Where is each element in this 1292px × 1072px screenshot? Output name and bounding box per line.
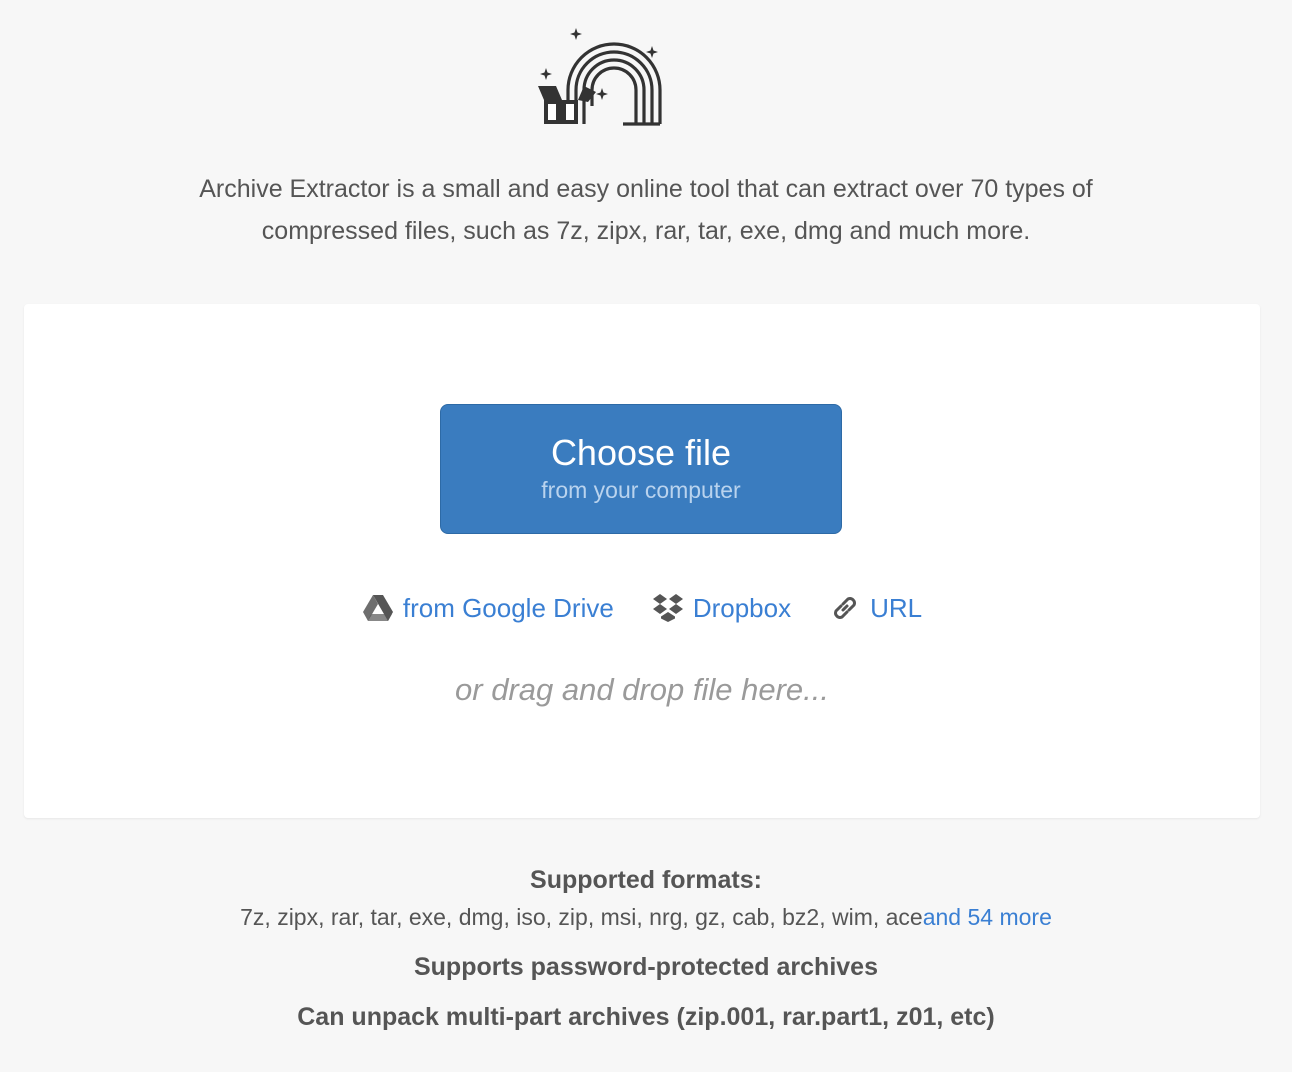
supported-formats-heading: Supported formats: <box>530 866 762 894</box>
more-formats-link[interactable]: and 54 more <box>923 904 1052 930</box>
supported-formats-line: 7z, zipx, rar, tar, exe, dmg, iso, zip, … <box>0 898 1292 936</box>
choose-file-subtitle: from your computer <box>541 477 741 503</box>
intro-line-1: Archive Extractor is a small and easy on… <box>199 175 1093 203</box>
password-protected-feature: Supports password-protected archives <box>413 953 878 981</box>
supported-formats-list: 7z, zipx, rar, tar, exe, dmg, iso, zip, … <box>240 904 923 930</box>
supported-info: Supported formats: 7z, zipx, rar, tar, e… <box>0 862 1292 1034</box>
google-drive-link[interactable]: from Google Drive <box>362 593 614 624</box>
google-drive-label: from Google Drive <box>402 592 614 623</box>
url-label: URL <box>870 592 923 623</box>
choose-file-button[interactable]: Choose file from your computer <box>440 404 842 534</box>
dropbox-link[interactable]: Dropbox <box>652 593 791 624</box>
intro-line-2: compressed files, such as 7z, zipx, rar,… <box>261 217 1031 245</box>
rainbow-box-icon <box>538 28 662 126</box>
drag-drop-hint: or drag and drop file here... <box>455 672 829 707</box>
choose-file-title: Choose file <box>550 432 732 473</box>
intro-description: Archive Extractor is a small and easy on… <box>120 168 1172 252</box>
upload-sources: from Google Drive Dropbox URL <box>24 588 1260 628</box>
archive-extractor-logo <box>532 26 662 128</box>
link-icon <box>834 597 857 619</box>
google-drive-icon <box>362 595 393 621</box>
multi-part-feature: Can unpack multi-part archives (zip.001,… <box>297 1003 995 1031</box>
upload-panel[interactable]: Choose file from your computer from Goog… <box>24 304 1260 818</box>
dropbox-icon <box>652 594 683 622</box>
url-link[interactable]: URL <box>829 592 922 624</box>
dropbox-label: Dropbox <box>692 592 792 623</box>
